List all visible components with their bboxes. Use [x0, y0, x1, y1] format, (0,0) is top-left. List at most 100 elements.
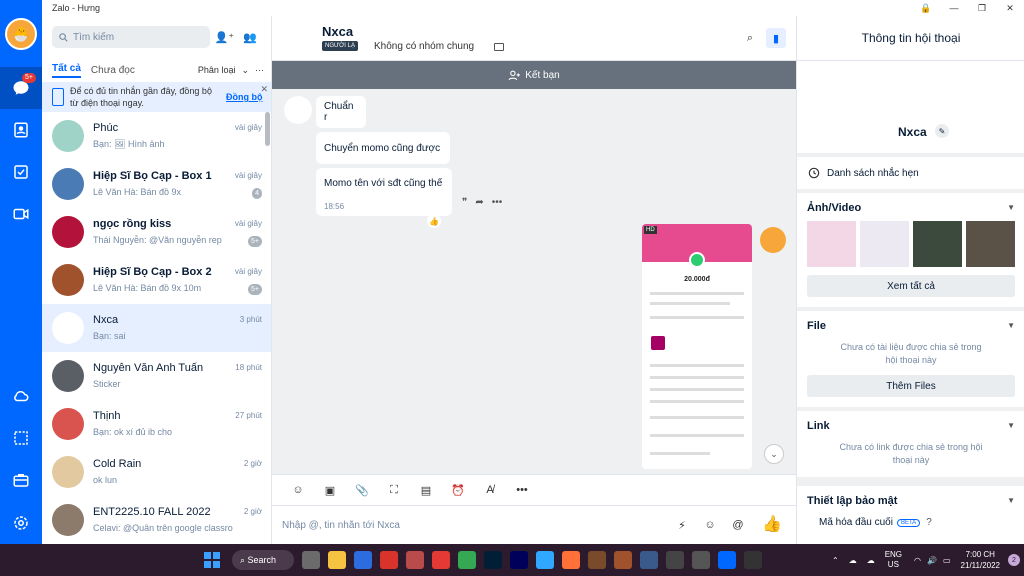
- reminder-icon[interactable]: ⏰: [442, 478, 474, 502]
- more-icon[interactable]: •••: [492, 197, 503, 208]
- emoji-icon[interactable]: ☺: [700, 516, 720, 534]
- game-icon[interactable]: [588, 551, 606, 569]
- scroll-down-button[interactable]: ⌄: [764, 444, 784, 464]
- sticker-icon[interactable]: ☺: [282, 478, 314, 502]
- text-format-icon[interactable]: A̸: [474, 478, 506, 502]
- lock-icon[interactable]: 🔒: [912, 0, 940, 16]
- media-thumbnail[interactable]: [913, 221, 962, 267]
- app-icon[interactable]: [692, 551, 710, 569]
- minimize-button[interactable]: —: [940, 0, 968, 16]
- conversation-item[interactable]: Hiệp Sĩ Bọ Cạp - Box 2 vài giây Lê Văn H…: [42, 256, 271, 304]
- conversation-item[interactable]: Cold Rain 2 giờ ok lun: [42, 448, 271, 496]
- toggle-info-panel-icon[interactable]: ▮: [766, 28, 786, 48]
- word-icon[interactable]: [354, 551, 372, 569]
- chevron-down-icon[interactable]: ⌄: [241, 65, 249, 76]
- media-thumbnail[interactable]: [807, 221, 856, 267]
- chat-title[interactable]: Nxca: [322, 24, 353, 39]
- message-bubble[interactable]: Chuẩn r: [316, 96, 366, 128]
- tab-unread[interactable]: Chưa đọc: [91, 65, 135, 76]
- list-scrollbar[interactable]: [265, 112, 270, 146]
- more-icon[interactable]: •••: [506, 478, 538, 502]
- add-friend-bar[interactable]: Kết bạn: [272, 61, 796, 89]
- nav-briefcase[interactable]: [0, 459, 42, 501]
- battery-icon[interactable]: ▭: [943, 556, 951, 565]
- onedrive-icon[interactable]: ☁: [867, 556, 875, 565]
- chrome-icon[interactable]: [458, 551, 476, 569]
- classify-dropdown[interactable]: Phân loại: [198, 65, 236, 75]
- nav-settings[interactable]: [0, 502, 42, 544]
- search-input[interactable]: Tìm kiếm: [52, 26, 211, 48]
- message-input[interactable]: [282, 516, 662, 534]
- wps-icon[interactable]: [380, 551, 398, 569]
- common-groups[interactable]: Không có nhóm chung: [374, 41, 474, 52]
- windows-start-icon[interactable]: [204, 552, 220, 568]
- label-icon[interactable]: [494, 43, 504, 51]
- create-group-icon[interactable]: 👥: [238, 26, 262, 48]
- nav-cloud[interactable]: [0, 375, 42, 417]
- nav-todo[interactable]: [0, 151, 42, 193]
- game-icon[interactable]: [640, 551, 658, 569]
- file-explorer-icon[interactable]: [328, 551, 346, 569]
- like-reaction-icon[interactable]: 👍: [427, 214, 441, 228]
- maximize-button[interactable]: ❐: [968, 0, 996, 16]
- app-icon[interactable]: [666, 551, 684, 569]
- screenshot-icon[interactable]: ⛶: [378, 478, 410, 502]
- image-message[interactable]: HD 20.000đ: [642, 224, 752, 469]
- photoshop-icon[interactable]: [484, 551, 502, 569]
- conversation-item[interactable]: Nguyễn Văn Anh Tuấn 18 phút Sticker: [42, 352, 271, 400]
- media-thumbnail[interactable]: [860, 221, 909, 267]
- files-title[interactable]: File: [807, 320, 826, 332]
- collapse-icon[interactable]: ▼: [1007, 321, 1015, 330]
- collapse-icon[interactable]: ▼: [1007, 203, 1015, 212]
- nav-messages[interactable]: 5+: [0, 67, 42, 109]
- security-title[interactable]: Thiết lập bảo mật: [807, 495, 897, 507]
- tab-all[interactable]: Tất cả: [52, 63, 81, 78]
- game-icon[interactable]: [614, 551, 632, 569]
- weather-icon[interactable]: ☁: [849, 556, 857, 565]
- collapse-icon[interactable]: ▼: [1007, 421, 1015, 430]
- photoshop-icon[interactable]: [536, 551, 554, 569]
- volume-icon[interactable]: 🔊: [927, 556, 937, 565]
- close-icon[interactable]: ✕: [260, 84, 268, 95]
- language-indicator[interactable]: ENG US: [885, 550, 902, 570]
- media-thumbnail[interactable]: [966, 221, 1015, 267]
- links-title[interactable]: Link: [807, 420, 830, 432]
- message-bubble[interactable]: Chuyển momo cũng được: [316, 132, 450, 164]
- sync-link[interactable]: Đồng bộ: [226, 92, 263, 102]
- app-icon[interactable]: [744, 551, 762, 569]
- wifi-icon[interactable]: ◠: [914, 556, 921, 565]
- tray-chevron-icon[interactable]: ⌃: [832, 556, 839, 565]
- conversation-item[interactable]: ENT2225.10 FALL 2022 2 giờ Celavi: @Quân…: [42, 496, 271, 544]
- app-icon[interactable]: [406, 551, 424, 569]
- media-title[interactable]: Ảnh/Video: [807, 202, 861, 214]
- e2e-row[interactable]: Mã hóa đầu cuối BETA ?: [819, 517, 932, 528]
- taskbar-clock[interactable]: 7:00 CH 21/11/2022: [961, 549, 1000, 571]
- contact-card-icon[interactable]: ▤: [410, 478, 442, 502]
- forward-icon[interactable]: ➦: [475, 197, 483, 208]
- conversation-item[interactable]: Phúc vài giây Bạn: 🖼 Hình ảnh: [42, 112, 271, 160]
- conversation-item[interactable]: ngọc rồng kiss vài giây Thái Nguyễn: @Vă…: [42, 208, 271, 256]
- quick-message-icon[interactable]: ⚡: [672, 516, 692, 534]
- message-bubble[interactable]: Momo tên với sđt cũng thế 18:56: [316, 168, 452, 216]
- nav-screenshot[interactable]: [0, 417, 42, 459]
- add-friend-icon[interactable]: 👤⁺: [212, 26, 236, 48]
- nav-video[interactable]: [0, 193, 42, 235]
- collapse-icon[interactable]: ▼: [1007, 496, 1015, 505]
- app-icon[interactable]: [432, 551, 450, 569]
- search-icon[interactable]: ⌕: [740, 28, 760, 48]
- conversation-item[interactable]: Thịnh 27 phút Bạn: ok xí đủ ib cho: [42, 400, 271, 448]
- see-all-media-button[interactable]: Xem tất cả: [807, 275, 1015, 297]
- taskbar-search[interactable]: ⌕ Search: [232, 550, 294, 570]
- conversation-item[interactable]: Hiệp Sĩ Bọ Cạp - Box 1 vài giây Lê Văn H…: [42, 160, 271, 208]
- close-button[interactable]: ✕: [996, 0, 1024, 16]
- notification-badge[interactable]: 2: [1008, 554, 1020, 566]
- image-icon[interactable]: ▣: [314, 478, 346, 502]
- animate-icon[interactable]: [510, 551, 528, 569]
- mention-icon[interactable]: @: [728, 516, 748, 534]
- edit-name-icon[interactable]: ✎: [935, 124, 949, 138]
- firefox-icon[interactable]: [562, 551, 580, 569]
- more-options-icon[interactable]: ···: [255, 65, 264, 75]
- task-view-icon[interactable]: [302, 551, 320, 569]
- help-icon[interactable]: ?: [926, 517, 932, 528]
- conversation-item-selected[interactable]: Nxca 3 phút Bạn: sai: [42, 304, 271, 352]
